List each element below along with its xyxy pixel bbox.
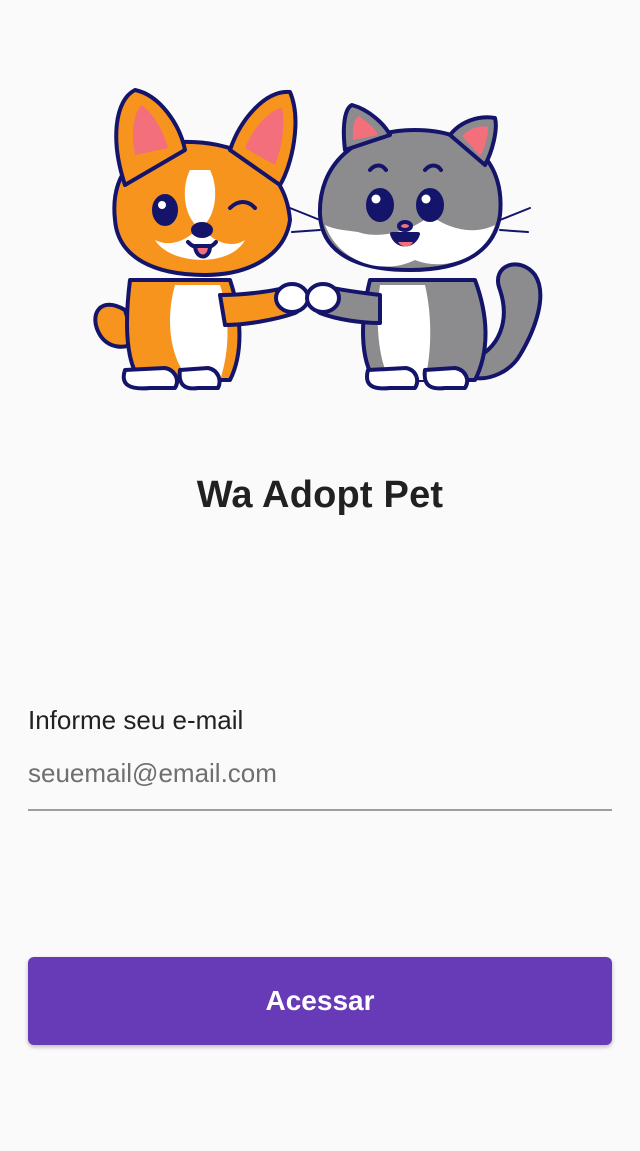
- dog-illustration: [93, 88, 310, 391]
- email-field-label: Informe seu e-mail: [28, 705, 244, 735]
- app-title: Wa Adopt Pet: [196, 474, 444, 516]
- email-input[interactable]: [28, 758, 612, 811]
- dog-and-cat-illustration: [93, 88, 543, 391]
- cat-illustration: [289, 103, 543, 391]
- login-submit-button[interactable]: Acessar: [28, 957, 612, 1045]
- email-field-group: Informe seu e-mail: [28, 700, 612, 811]
- hero-illustration: [80, 80, 560, 400]
- login-screen: Wa Adopt Pet Informe seu e-mail Acessar: [0, 0, 640, 1151]
